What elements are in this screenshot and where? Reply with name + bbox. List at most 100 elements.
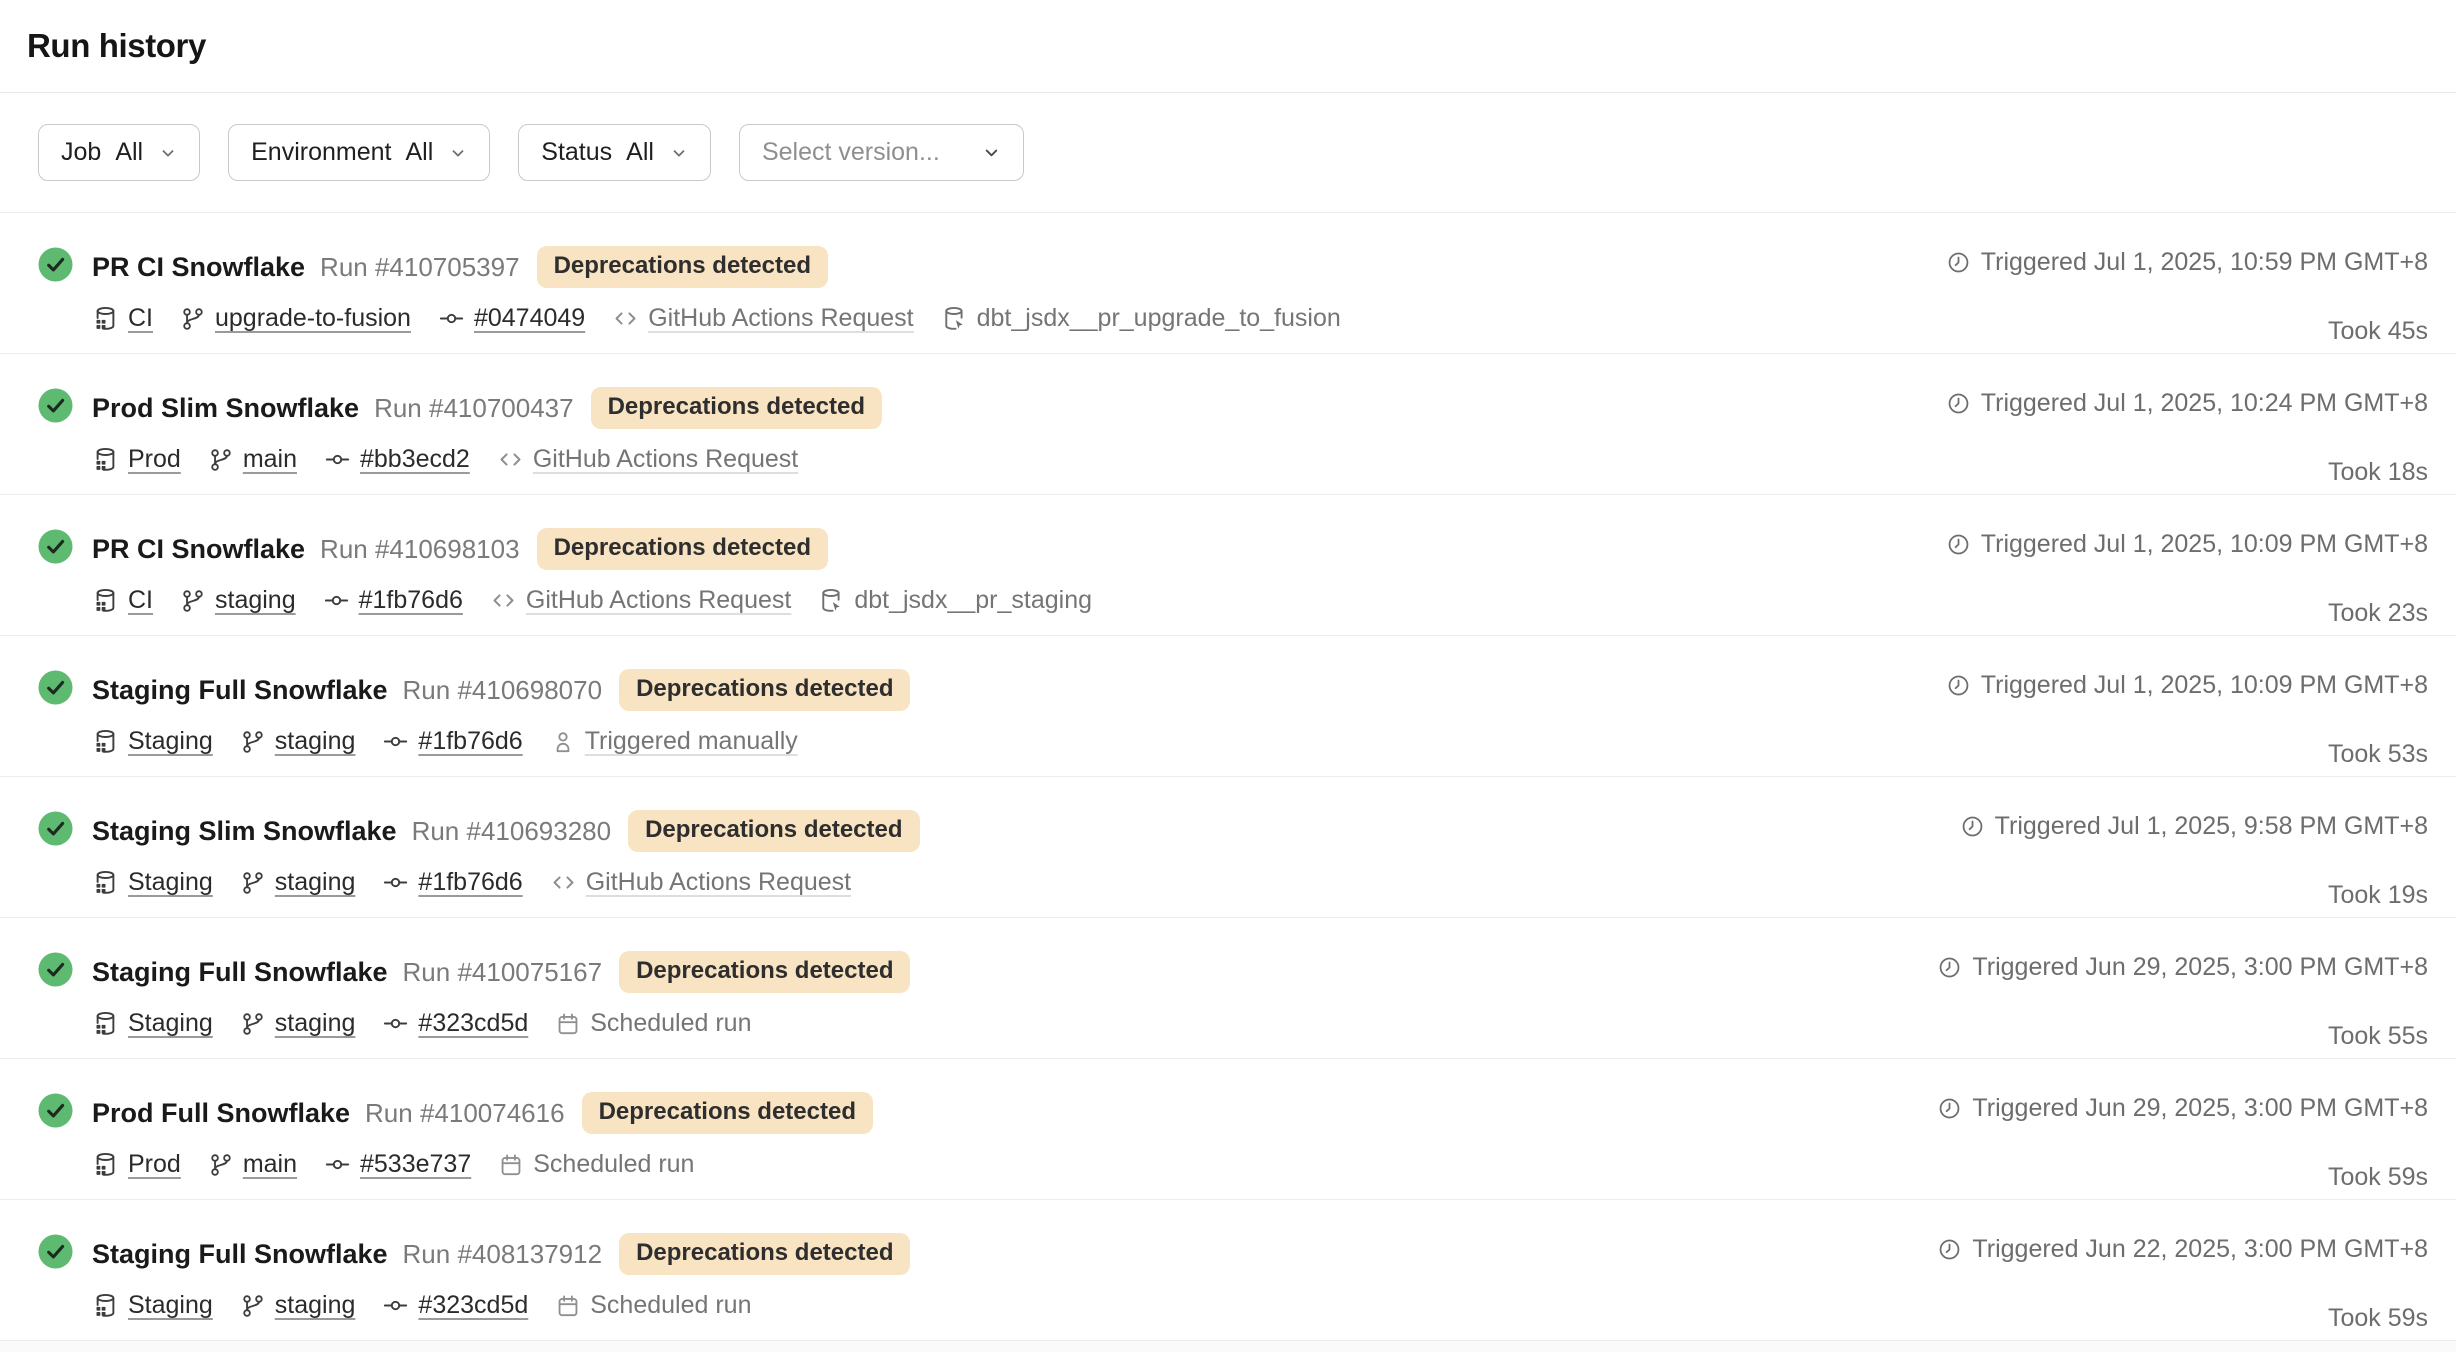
job-name-link[interactable]: Staging Full Snowflake [92,957,388,988]
triggered-at: Triggered Jul 1, 2025, 9:58 PM GMT+8 [1995,812,2428,841]
clock-icon [1946,532,1971,557]
run-success-icon [38,529,73,564]
commit-icon [382,869,409,896]
environment-link[interactable]: Staging [128,1291,213,1320]
environment-link[interactable]: Staging [128,1009,213,1038]
git-branch-icon [208,447,234,473]
version-select[interactable]: Select version... [739,124,1024,181]
branch-link[interactable]: staging [275,1009,356,1038]
status-filter-value: All [626,138,654,167]
database-arrow-icon [941,305,968,332]
branch-link[interactable]: staging [275,727,356,756]
run-row: Prod Full Snowflake Run #410074616 Depre… [0,1059,2456,1200]
calendar-icon [498,1152,524,1178]
job-name-link[interactable]: PR CI Snowflake [92,252,305,283]
triggered-at: Triggered Jul 1, 2025, 10:59 PM GMT+8 [1981,248,2428,277]
schema-name: dbt_jsdx__pr_staging [854,586,1092,615]
job-name-link[interactable]: Staging Full Snowflake [92,675,388,706]
triggered-at: Triggered Jul 1, 2025, 10:09 PM GMT+8 [1981,530,2428,559]
run-number: Run #408137912 [403,1239,603,1270]
job-name-link[interactable]: Prod Slim Snowflake [92,393,359,424]
job-filter-value: All [115,138,143,167]
environment-link[interactable]: Prod [128,445,181,474]
branch-link[interactable]: staging [215,586,296,615]
job-name-link[interactable]: Prod Full Snowflake [92,1098,350,1129]
chevron-down-icon [670,144,688,162]
status-filter-button[interactable]: Status All [518,124,711,181]
run-number: Run #410693280 [412,816,612,847]
commit-link[interactable]: #1fb76d6 [359,586,463,615]
run-duration: Took 59s [1937,1304,2428,1333]
run-duration: Took 23s [1946,599,2428,628]
clock-icon [1937,955,1962,980]
database-icon [92,587,119,614]
commit-link[interactable]: #0474049 [474,304,585,333]
run-success-icon [38,952,73,987]
run-success-icon [38,1093,73,1128]
page-footer-gap [0,1341,2456,1352]
branch-link[interactable]: staging [275,1291,356,1320]
clock-icon [1946,673,1971,698]
commit-icon [438,305,465,332]
clock-icon [1937,1237,1962,1262]
environment-filter-button[interactable]: Environment All [228,124,490,181]
database-icon [92,1151,119,1178]
code-icon [550,869,577,896]
git-branch-icon [180,306,206,332]
run-duration: Took 53s [1946,740,2428,769]
deprecations-badge: Deprecations detected [537,246,828,288]
run-duration: Took 55s [1937,1022,2428,1051]
commit-link[interactable]: #323cd5d [418,1009,528,1038]
environment-link[interactable]: Staging [128,868,213,897]
run-row: Prod Slim Snowflake Run #410700437 Depre… [0,354,2456,495]
database-icon [92,1292,119,1319]
branch-link[interactable]: staging [275,868,356,897]
environment-link[interactable]: Staging [128,727,213,756]
run-number: Run #410705397 [320,252,520,283]
deprecations-badge: Deprecations detected [537,528,828,570]
page-title: Run history [27,27,206,65]
trigger-label: Scheduled run [590,1291,751,1320]
branch-link[interactable]: main [243,1150,297,1179]
trigger-label: GitHub Actions Request [586,868,851,897]
environment-link[interactable]: Prod [128,1150,181,1179]
run-success-icon [38,811,73,846]
code-icon [490,587,517,614]
job-name-link[interactable]: Staging Full Snowflake [92,1239,388,1270]
branch-link[interactable]: upgrade-to-fusion [215,304,411,333]
commit-link[interactable]: #323cd5d [418,1291,528,1320]
clock-icon [1946,250,1971,275]
branch-link[interactable]: main [243,445,297,474]
run-row: Staging Slim Snowflake Run #410693280 De… [0,777,2456,918]
run-duration: Took 45s [1946,317,2428,346]
commit-link[interactable]: #1fb76d6 [418,727,522,756]
deprecations-badge: Deprecations detected [582,1092,873,1134]
code-icon [612,305,639,332]
environment-filter-label: Environment [251,138,391,167]
trigger-label: Scheduled run [533,1150,694,1179]
run-row: Staging Full Snowflake Run #408137912 De… [0,1200,2456,1341]
environment-link[interactable]: CI [128,586,153,615]
git-branch-icon [240,729,266,755]
commit-link[interactable]: #bb3ecd2 [360,445,470,474]
job-name-link[interactable]: PR CI Snowflake [92,534,305,565]
environment-link[interactable]: CI [128,304,153,333]
chevron-down-icon [449,144,467,162]
calendar-icon [555,1293,581,1319]
git-branch-icon [180,588,206,614]
chevron-down-icon [982,143,1001,162]
commit-icon [323,587,350,614]
commit-link[interactable]: #533e737 [360,1150,471,1179]
job-filter-button[interactable]: Job All [38,124,200,181]
job-name-link[interactable]: Staging Slim Snowflake [92,816,397,847]
commit-icon [382,1292,409,1319]
user-icon [550,729,576,755]
environment-filter-value: All [405,138,433,167]
database-icon [92,869,119,896]
database-icon [92,305,119,332]
run-number: Run #410698070 [403,675,603,706]
triggered-at: Triggered Jul 1, 2025, 10:24 PM GMT+8 [1981,389,2428,418]
schema-name: dbt_jsdx__pr_upgrade_to_fusion [977,304,1341,333]
commit-link[interactable]: #1fb76d6 [418,868,522,897]
run-duration: Took 59s [1937,1163,2428,1192]
